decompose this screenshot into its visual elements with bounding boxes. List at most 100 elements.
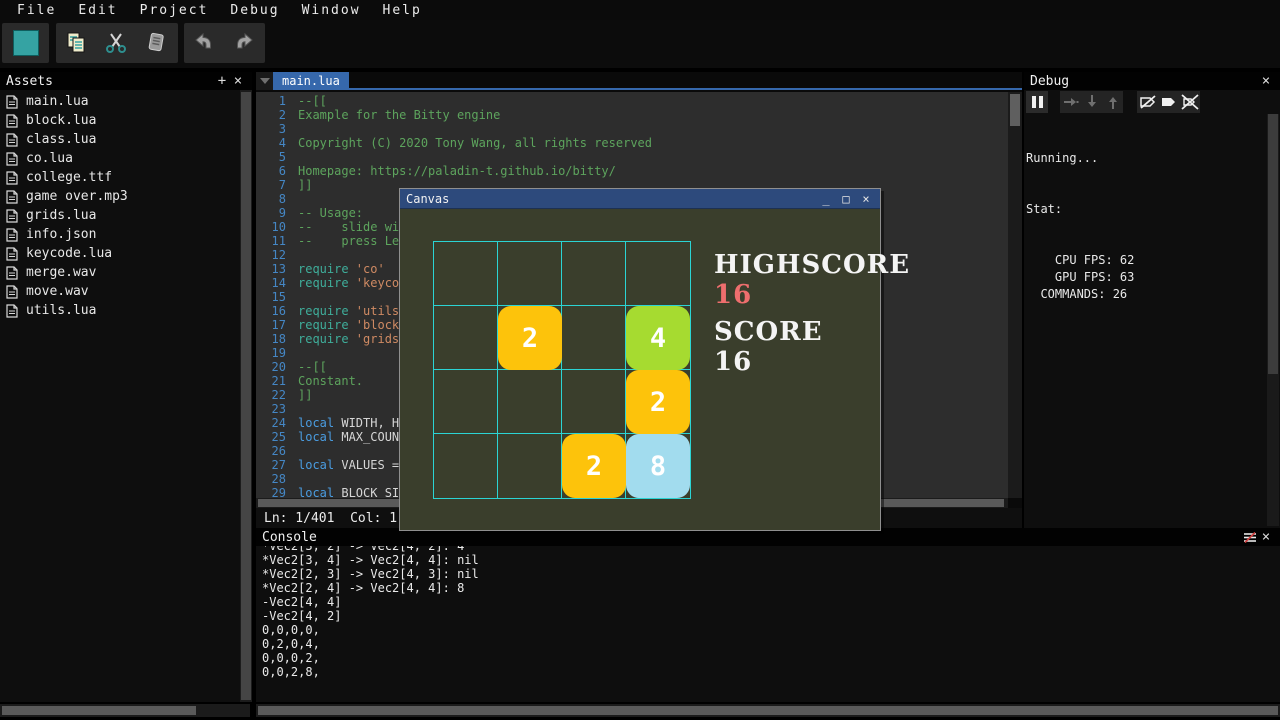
assets-vertical-scrollbar[interactable] <box>240 90 252 702</box>
debug-state: Running... <box>1026 150 1264 167</box>
code-line: 3 <box>256 122 1008 136</box>
game-canvas[interactable]: 24228 HIGHSCORE 16 SCORE 16 <box>400 210 880 530</box>
menu-item-debug[interactable]: Debug <box>219 3 290 18</box>
copy-button[interactable] <box>56 23 96 63</box>
breakpoint-icon <box>1160 94 1178 110</box>
cut-button[interactable] <box>96 23 136 63</box>
line-number: 6 <box>256 164 286 178</box>
tile-value: 8 <box>650 451 666 482</box>
debug-stat: CPU FPS: 62 <box>1026 252 1264 269</box>
asset-item-grids-lua[interactable]: grids.lua <box>0 206 240 225</box>
debug-stat: COMMANDS: 26 <box>1026 286 1264 303</box>
menu-item-file[interactable]: File <box>6 3 67 18</box>
line-number: 24 <box>256 416 286 430</box>
tab-main-lua[interactable]: main.lua <box>273 72 349 90</box>
debug-close-button[interactable]: × <box>1258 73 1274 89</box>
breakpoint-button[interactable] <box>1158 91 1179 113</box>
pause-button[interactable] <box>1026 91 1048 113</box>
editor-vertical-scrollbar[interactable] <box>1008 92 1022 498</box>
console-line: 0,0,2,8, <box>262 665 1276 679</box>
debug-stats: CPU FPS: 62 GPU FPS: 63 COMMANDS: 26 <box>1026 252 1264 303</box>
asset-item-class-lua[interactable]: class.lua <box>0 130 240 149</box>
redo-button[interactable] <box>224 23 264 63</box>
step-over-button[interactable] <box>1060 91 1081 113</box>
asset-item-info-json[interactable]: info.json <box>0 225 240 244</box>
file-icon <box>6 152 18 166</box>
tile-2: 2 <box>498 306 562 370</box>
tile-value: 4 <box>650 323 666 354</box>
asset-item-merge-wav[interactable]: merge.wav <box>0 263 240 282</box>
step-into-button[interactable] <box>1081 91 1102 113</box>
line-number: 22 <box>256 388 286 402</box>
disable-breakpoint-button[interactable] <box>1137 91 1158 113</box>
code-line: 5 <box>256 150 1008 164</box>
undo-button[interactable] <box>184 23 224 63</box>
assets-vscroll-thumb[interactable] <box>241 92 251 700</box>
console-line: *Vec2[3, 2] -> Vec2[4, 2]: 4 <box>262 546 1276 553</box>
clear-breakpoints-button[interactable] <box>1179 91 1200 113</box>
toolbar-group-edit <box>56 23 178 63</box>
asset-item-label: move.wav <box>26 284 89 299</box>
asset-item-co-lua[interactable]: co.lua <box>0 149 240 168</box>
file-icon <box>6 266 18 280</box>
editor-vscroll-thumb[interactable] <box>1010 94 1020 126</box>
grid-cell <box>434 306 498 370</box>
tile-value: 2 <box>650 387 666 418</box>
step-out-button[interactable] <box>1102 91 1123 113</box>
breakpoint-button-group <box>1137 91 1200 113</box>
asset-list: main.lua block.lua class.lua co.lua college.… <box>0 92 240 320</box>
canvas-close-button[interactable]: × <box>858 191 874 207</box>
clear-console-button[interactable] <box>1242 529 1258 545</box>
code-line: 2Example for the Bitty engine <box>256 108 1008 122</box>
menu-item-window[interactable]: Window <box>291 3 372 18</box>
asset-item-label: class.lua <box>26 132 96 147</box>
run-button[interactable] <box>6 23 46 63</box>
console-output[interactable]: *Vec2[3, 2] -> Vec2[4, 2]: 4*Vec2[3, 4] … <box>262 546 1276 702</box>
asset-item-main-lua[interactable]: main.lua <box>0 92 240 111</box>
menu-bar: FileEditProjectDebugWindowHelp <box>0 0 1280 20</box>
step-into-icon <box>1084 94 1100 110</box>
console-line: -Vec2[4, 2] <box>262 609 1276 623</box>
tab-list-dropdown[interactable] <box>256 72 273 90</box>
paste-button[interactable] <box>136 23 176 63</box>
grid-cell <box>626 242 690 306</box>
step-out-icon <box>1105 94 1121 110</box>
asset-item-label: co.lua <box>26 151 73 166</box>
asset-item-college-ttf[interactable]: college.ttf <box>0 168 240 187</box>
asset-item-game-over-mp3[interactable]: game over.mp3 <box>0 187 240 206</box>
console-horizontal-scrollbar[interactable] <box>256 704 1280 717</box>
line-number: 29 <box>256 486 286 498</box>
canvas-maximize-button[interactable]: □ <box>838 191 854 207</box>
assets-horizontal-scrollbar[interactable] <box>0 704 250 717</box>
asset-item-block-lua[interactable]: block.lua <box>0 111 240 130</box>
console-close-button[interactable]: × <box>1258 529 1274 545</box>
file-icon <box>6 95 18 109</box>
assets-hscroll-thumb[interactable] <box>2 706 196 715</box>
debug-vscroll-thumb[interactable] <box>1268 114 1278 374</box>
menu-item-help[interactable]: Help <box>372 3 433 18</box>
canvas-minimize-button[interactable]: _ <box>818 191 834 207</box>
asset-item-label: block.lua <box>26 113 96 128</box>
add-asset-button[interactable]: + <box>214 73 230 89</box>
toolbar-group-run <box>2 23 49 63</box>
asset-item-utils-lua[interactable]: utils.lua <box>0 301 240 320</box>
canvas-titlebar[interactable]: Canvas _ □ × <box>400 189 880 209</box>
console-line: 0,0,0,2, <box>262 651 1276 665</box>
console-hscroll-thumb[interactable] <box>258 706 1278 715</box>
tile-2: 2 <box>562 434 626 498</box>
asset-item-label: keycode.lua <box>26 246 112 261</box>
console-line: *Vec2[3, 4] -> Vec2[4, 4]: nil <box>262 553 1276 567</box>
tile-4: 4 <box>626 306 690 370</box>
assets-close-button[interactable]: × <box>230 73 246 89</box>
file-icon <box>6 114 18 128</box>
editor-tab-bar: main.lua <box>256 72 1022 90</box>
asset-item-keycode-lua[interactable]: keycode.lua <box>0 244 240 263</box>
console-line: -Vec2[4, 4] <box>262 595 1276 609</box>
menu-item-edit[interactable]: Edit <box>67 3 128 18</box>
asset-item-move-wav[interactable]: move.wav <box>0 282 240 301</box>
asset-item-label: utils.lua <box>26 303 96 318</box>
menu-item-project[interactable]: Project <box>129 3 220 18</box>
file-icon <box>6 304 18 318</box>
file-icon <box>6 247 18 261</box>
debug-vertical-scrollbar[interactable] <box>1267 114 1279 526</box>
